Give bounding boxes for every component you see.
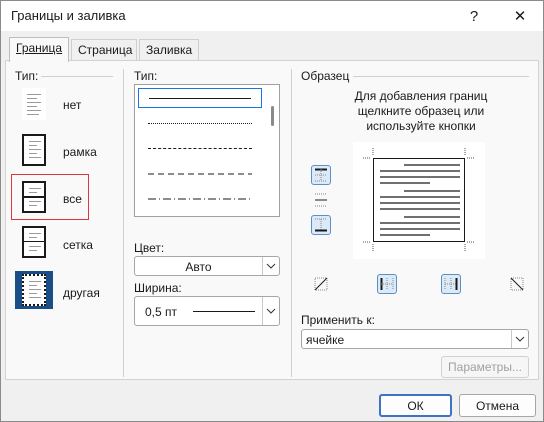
border-horizontal-inside-button[interactable] <box>311 190 331 210</box>
setting-all-label: все <box>63 192 82 206</box>
border-right-button[interactable] <box>441 274 461 294</box>
setting-box-label: рамка <box>63 145 97 159</box>
border-right-icon <box>444 278 458 290</box>
line-style-dashed-small[interactable] <box>138 139 262 159</box>
preview-divider <box>353 76 529 77</box>
border-bottom-button[interactable] <box>311 215 331 235</box>
border-left-button[interactable] <box>377 274 397 294</box>
border-left-icon <box>380 278 394 290</box>
options-button-label: Параметры... <box>448 360 522 374</box>
border-custom-icon <box>22 274 46 306</box>
border-diagonal-up-button[interactable] <box>311 274 331 294</box>
setting-none-label: нет <box>63 98 82 112</box>
apply-to-label: Применить к: <box>301 313 375 327</box>
setting-grid-button[interactable] <box>15 223 53 261</box>
line-style-solid[interactable] <box>138 88 262 108</box>
width-sample-line <box>193 311 255 312</box>
tab-border[interactable]: Граница <box>9 37 69 62</box>
line-style-list[interactable] <box>134 84 280 217</box>
color-label: Цвет: <box>134 241 165 255</box>
help-button[interactable]: ? <box>451 1 497 31</box>
width-select[interactable]: 0,5 пт <box>134 296 280 326</box>
setting-label: Тип: <box>15 69 39 83</box>
setting-custom-label: другая <box>63 286 100 300</box>
ok-button[interactable]: ОК <box>379 394 452 417</box>
line-style-dashed-medium[interactable] <box>138 164 262 184</box>
column-divider-right <box>291 69 292 377</box>
tab-border-label: Граница <box>16 41 63 55</box>
cancel-button[interactable]: Отмена <box>459 394 536 417</box>
width-value: 0,5 пт <box>145 305 178 319</box>
ok-button-label: ОК <box>407 398 424 413</box>
style-label: Тип: <box>134 69 158 83</box>
apply-to-value: ячейке <box>306 333 345 347</box>
border-horizontal-inside-icon <box>315 193 327 207</box>
color-value: Авто <box>185 260 212 274</box>
setting-all-button[interactable] <box>15 178 53 216</box>
scrollbar-thumb[interactable] <box>271 106 274 126</box>
border-box-icon <box>22 134 46 166</box>
border-grid-icon <box>22 226 46 258</box>
preview-page <box>373 158 465 242</box>
setting-box-button[interactable] <box>15 131 53 169</box>
line-style-scrollbar[interactable] <box>269 88 277 213</box>
color-select[interactable]: Авто <box>134 256 280 276</box>
chevron-down-icon <box>262 257 279 275</box>
dash-dot-line <box>148 198 252 200</box>
diagonal-down-icon <box>510 277 524 291</box>
chevron-down-icon <box>511 330 528 348</box>
help-icon: ? <box>469 7 479 25</box>
width-label: Ширина: <box>134 281 182 295</box>
title-bar: Границы и заливка ? ✕ <box>1 1 543 31</box>
diagonal-up-icon <box>314 277 328 291</box>
options-button[interactable]: Параметры... <box>441 356 529 378</box>
close-icon: ✕ <box>513 8 527 25</box>
border-bottom-icon <box>315 218 327 232</box>
setting-grid-label: сетка <box>63 238 93 252</box>
border-top-button[interactable] <box>311 165 331 185</box>
close-button[interactable]: ✕ <box>497 1 543 31</box>
tab-page[interactable]: Страница <box>71 39 137 60</box>
chevron-down-icon <box>262 297 279 325</box>
column-divider-left <box>123 69 124 377</box>
apply-to-select[interactable]: ячейке <box>301 329 529 349</box>
setting-divider <box>41 76 113 77</box>
border-none-icon <box>22 88 46 120</box>
border-diagonal-down-button[interactable] <box>507 274 527 294</box>
setting-none-button[interactable] <box>15 85 53 123</box>
tab-shading[interactable]: Заливка <box>139 39 199 60</box>
preview-sample[interactable] <box>353 142 485 259</box>
border-top-icon <box>315 168 327 182</box>
tab-page-label: Страница <box>78 43 133 57</box>
setting-custom-button[interactable] <box>15 271 53 309</box>
dialog-title: Границы и заливка <box>11 8 126 23</box>
dashed-medium-line <box>148 173 252 175</box>
preview-instruction: Для добавления границ щелкните образец и… <box>354 89 488 133</box>
tab-shading-label: Заливка <box>146 43 193 57</box>
borders-and-shading-dialog: Границы и заливка ? ✕ Граница Страница З… <box>0 0 544 422</box>
cancel-button-label: Отмена <box>475 398 520 413</box>
border-all-icon <box>22 181 46 213</box>
preview-label: Образец <box>301 69 350 83</box>
line-style-dotted[interactable] <box>138 114 262 134</box>
line-style-dashed-dotted[interactable] <box>138 189 262 209</box>
